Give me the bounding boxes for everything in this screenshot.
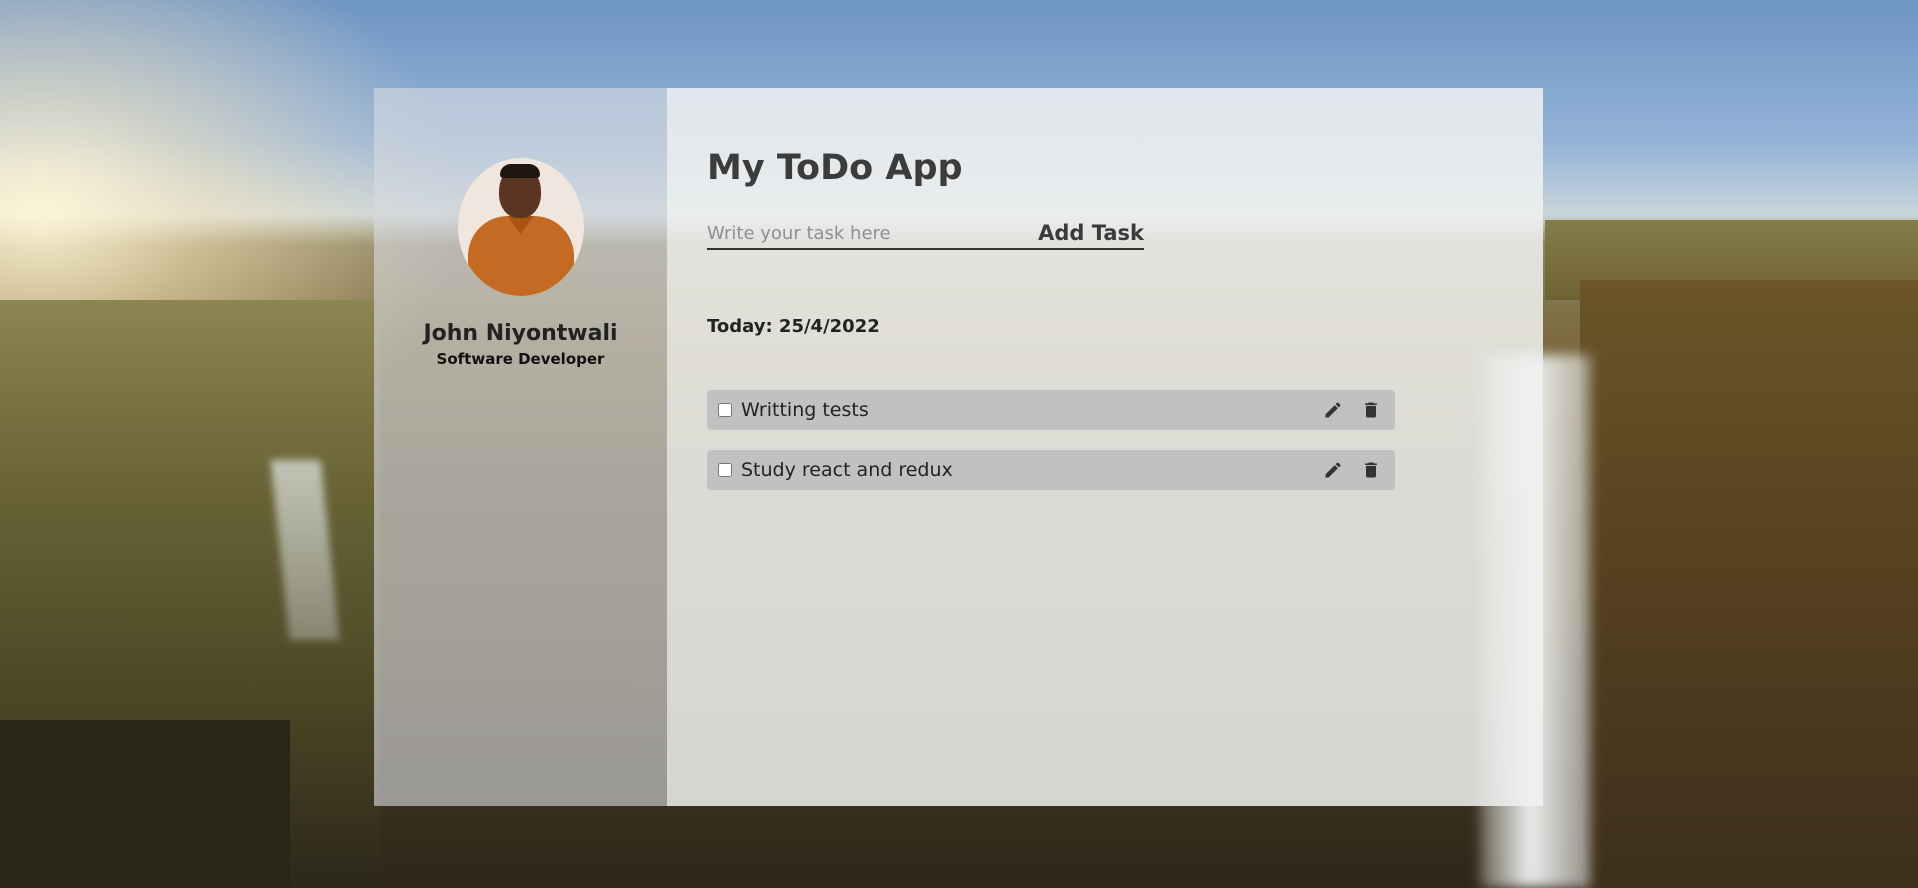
background-rocks bbox=[0, 720, 290, 888]
pencil-icon[interactable] bbox=[1321, 398, 1345, 422]
add-task-form: Add Task bbox=[707, 218, 1144, 250]
task-item: Study react and redux bbox=[707, 450, 1395, 490]
task-checkbox[interactable] bbox=[718, 463, 732, 477]
task-checkbox[interactable] bbox=[718, 403, 732, 417]
task-item: Writting tests bbox=[707, 390, 1395, 430]
todo-app-card: John Niyontwali Software Developer My To… bbox=[374, 88, 1543, 806]
task-input[interactable] bbox=[707, 220, 1039, 246]
task-label: Study react and redux bbox=[741, 459, 953, 481]
avatar bbox=[457, 158, 584, 296]
trash-icon[interactable] bbox=[1359, 458, 1383, 482]
today-date: Today: 25/4/2022 bbox=[707, 316, 880, 337]
trash-icon[interactable] bbox=[1359, 398, 1383, 422]
profile-name: John Niyontwali bbox=[423, 321, 618, 346]
page-title: My ToDo App bbox=[707, 148, 963, 188]
profile-sidebar: John Niyontwali Software Developer bbox=[374, 88, 667, 806]
task-list: Writting tests Study react and redux bbox=[707, 390, 1395, 510]
profile-role: Software Developer bbox=[436, 350, 605, 368]
background-cliff bbox=[1580, 280, 1918, 888]
task-label: Writting tests bbox=[741, 399, 869, 421]
add-task-button[interactable]: Add Task bbox=[1038, 221, 1144, 245]
pencil-icon[interactable] bbox=[1321, 458, 1345, 482]
main-panel: My ToDo App Add Task Today: 25/4/2022 Wr… bbox=[667, 88, 1543, 806]
